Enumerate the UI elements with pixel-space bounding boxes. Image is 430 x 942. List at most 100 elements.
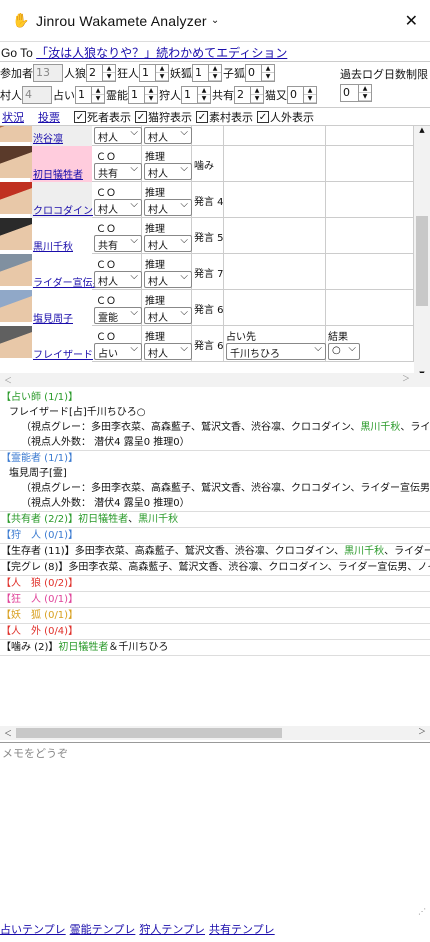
- config-stepper[interactable]: 1 ▲ ▼: [181, 86, 211, 104]
- config-stepper[interactable]: 0 ▲ ▼: [287, 86, 317, 104]
- resize-handle-icon[interactable]: ⋰: [418, 907, 426, 916]
- memo-placeholder: メモをどうぞ: [2, 747, 68, 760]
- guess-select[interactable]: 村人: [144, 127, 192, 144]
- config-stepper[interactable]: 1 ▲ ▼: [139, 64, 169, 82]
- player-name-link[interactable]: 黒川千秋: [33, 238, 73, 253]
- guess-select[interactable]: 村人: [144, 343, 192, 360]
- madman-line: 【狂 人 (0/1)】: [0, 592, 430, 608]
- vertical-scrollbar[interactable]: ▲ ▼: [414, 126, 430, 377]
- checkbox[interactable]: ✓ 死者表示: [74, 109, 131, 125]
- player-name-link[interactable]: 渋谷凛: [33, 130, 63, 145]
- checkbox-box[interactable]: ✓: [135, 110, 147, 123]
- co-label: ＣＯ: [96, 188, 116, 199]
- player-table: フレイザードＣＯ推理占い村人発言 6占い先千川ちひろ結果○塩見周子ＣＯ推理霊能村…: [0, 125, 430, 377]
- config-stepper[interactable]: 0 ▲ ▼: [245, 64, 275, 82]
- avatar: [0, 182, 32, 214]
- table-row: 初日犠牲者 ＣＯ 推理共有村人噛み: [0, 146, 414, 182]
- checkbox[interactable]: ✓ 素村表示: [196, 109, 253, 125]
- config-label: 妖狐: [170, 67, 192, 80]
- goto-link[interactable]: 「汝は人狼なりや？」続わかめてエディション: [36, 46, 287, 60]
- chevron-down-icon[interactable]: ⌄: [211, 15, 219, 26]
- config-stepper[interactable]: 13: [33, 64, 63, 82]
- past-log-stepper[interactable]: 0 ▲ ▼: [340, 84, 372, 102]
- checkbox[interactable]: ✓ 猫狩表示: [135, 109, 192, 125]
- info-horizontal-scrollbar[interactable]: ＜ ＞: [0, 726, 430, 740]
- config-label: 狩人: [159, 89, 181, 102]
- table-horizontal-scrollbar[interactable]: ＜ ＞: [0, 373, 430, 387]
- player-name-link[interactable]: 初日犠牲者: [33, 166, 83, 181]
- avatar: [0, 146, 32, 178]
- nonhuman-line: 【人 外 (0/4)】: [0, 624, 430, 640]
- table-row: ライダー宣伝男ＣＯ推理村人村人発言 7: [0, 254, 414, 290]
- config-label: 共有: [212, 89, 234, 102]
- table-row: 渋谷凛ＣＯ推理村人村人: [0, 126, 414, 146]
- checkbox-box[interactable]: ✓: [196, 110, 208, 123]
- config-stepper[interactable]: 1 ▲ ▼: [75, 86, 105, 104]
- co-label: ＣＯ: [96, 224, 116, 235]
- config-stepper[interactable]: 1 ▲ ▼: [192, 64, 222, 82]
- goto-bar: Go To 「汝は人狼なりや？」続わかめてエディション: [0, 42, 430, 62]
- guess-label: 推理: [145, 188, 165, 199]
- checkbox-box[interactable]: ✓: [257, 110, 269, 123]
- avatar: [0, 326, 32, 358]
- template-link[interactable]: 占いテンプレ: [0, 924, 66, 936]
- seer-result: フレイザード[占]千川ちひろ○: [9, 407, 146, 418]
- seer-gray: （視点グレー：多田李衣菜、高森藍子、鷲沢文香、渋谷凛、クロコダイン、黒川千秋、ラ…: [21, 422, 430, 433]
- co-select[interactable]: 共有: [94, 163, 142, 180]
- guess-select[interactable]: 村人: [144, 307, 192, 324]
- checkbox-box[interactable]: ✓: [74, 110, 86, 123]
- co-select[interactable]: 村人: [94, 271, 142, 288]
- guess-select[interactable]: 村人: [144, 271, 192, 288]
- checkbox[interactable]: ✓ 人外表示: [257, 109, 314, 125]
- memo-textarea[interactable]: メモをどうぞ ⋰: [0, 742, 430, 920]
- config-label: 狂人: [117, 67, 139, 80]
- co-select[interactable]: 村人: [94, 127, 142, 144]
- guess-select[interactable]: 村人: [144, 199, 192, 216]
- remark-count: 発言 6: [194, 341, 224, 352]
- config-label: 参加者: [0, 67, 33, 80]
- app-logo-icon: ✋: [12, 12, 30, 29]
- guess-select[interactable]: 村人: [144, 235, 192, 252]
- config-label: 霊能: [106, 89, 128, 102]
- guess-select[interactable]: 村人: [144, 163, 192, 180]
- co-label: ＣＯ: [96, 296, 116, 307]
- guess-label: 推理: [145, 260, 165, 271]
- template-link[interactable]: 霊能テンプレ: [70, 924, 136, 936]
- config-stepper[interactable]: 1 ▲ ▼: [128, 86, 158, 104]
- title-bar: ✋ Jinrou Wakamete Analyzer ⌄ ✕: [0, 0, 430, 42]
- config-label: 子狐: [223, 67, 245, 80]
- seer-outside: （視点人外数： 潜伏4 露呈0 推理0）: [21, 437, 190, 448]
- template-link[interactable]: 共有テンプレ: [209, 924, 275, 936]
- template-links: 占いテンプレ 霊能テンプレ 狩人テンプレ 共有テンプレ: [0, 921, 279, 937]
- tab-status[interactable]: 状況: [2, 109, 24, 125]
- guess-label: 推理: [145, 332, 165, 343]
- wolf-line: 【人 狼 (0/2)】: [0, 576, 430, 592]
- window-title[interactable]: Jinrou Wakamete Analyzer: [36, 13, 207, 29]
- co-select[interactable]: 霊能: [94, 307, 142, 324]
- remark-count: 発言 4: [194, 197, 224, 208]
- tab-bar: 状況 投票 ✓ 死者表示 ✓ 猫狩表示 ✓ 素村表示 ✓ 人外表示: [0, 108, 430, 125]
- tab-vote[interactable]: 投票: [38, 109, 60, 125]
- co-select[interactable]: 共有: [94, 235, 142, 252]
- template-link[interactable]: 狩人テンプレ: [139, 924, 205, 936]
- analysis-panel: 【占い師 (1/1)】 フレイザード[占]千川ちひろ○ （視点グレー：多田李衣菜…: [0, 390, 430, 730]
- table-row: 黒川千秋 ＣＯ 推理共有村人発言 5: [0, 218, 414, 254]
- config-stepper[interactable]: 4: [22, 86, 52, 104]
- target-select[interactable]: 千川ちひろ: [226, 343, 326, 360]
- player-name-link[interactable]: クロコダイン: [33, 202, 93, 217]
- config-stepper[interactable]: 2 ▲ ▼: [86, 64, 116, 82]
- co-label: ＣＯ: [96, 152, 116, 163]
- player-name-link[interactable]: 塩見周子: [33, 310, 73, 325]
- co-label: ＣＯ: [96, 332, 116, 343]
- shared-line: 【共有者 (2/2)】初日犠牲者、黒川千秋: [0, 512, 430, 528]
- remark-count: 発言 5: [194, 233, 224, 244]
- result-select[interactable]: ○: [328, 343, 360, 360]
- player-name-link[interactable]: フレイザード: [33, 346, 93, 361]
- co-select[interactable]: 村人: [94, 199, 142, 216]
- hunter-line: 【狩 人 (0/1)】: [0, 528, 430, 544]
- co-select[interactable]: 占い: [94, 343, 142, 360]
- config-stepper[interactable]: 2 ▲ ▼: [234, 86, 264, 104]
- close-icon[interactable]: ✕: [405, 11, 418, 30]
- bitten-line: 【噛み (2)】初日犠牲者＆千川ちひろ: [0, 640, 430, 656]
- guess-label: 推理: [145, 224, 165, 235]
